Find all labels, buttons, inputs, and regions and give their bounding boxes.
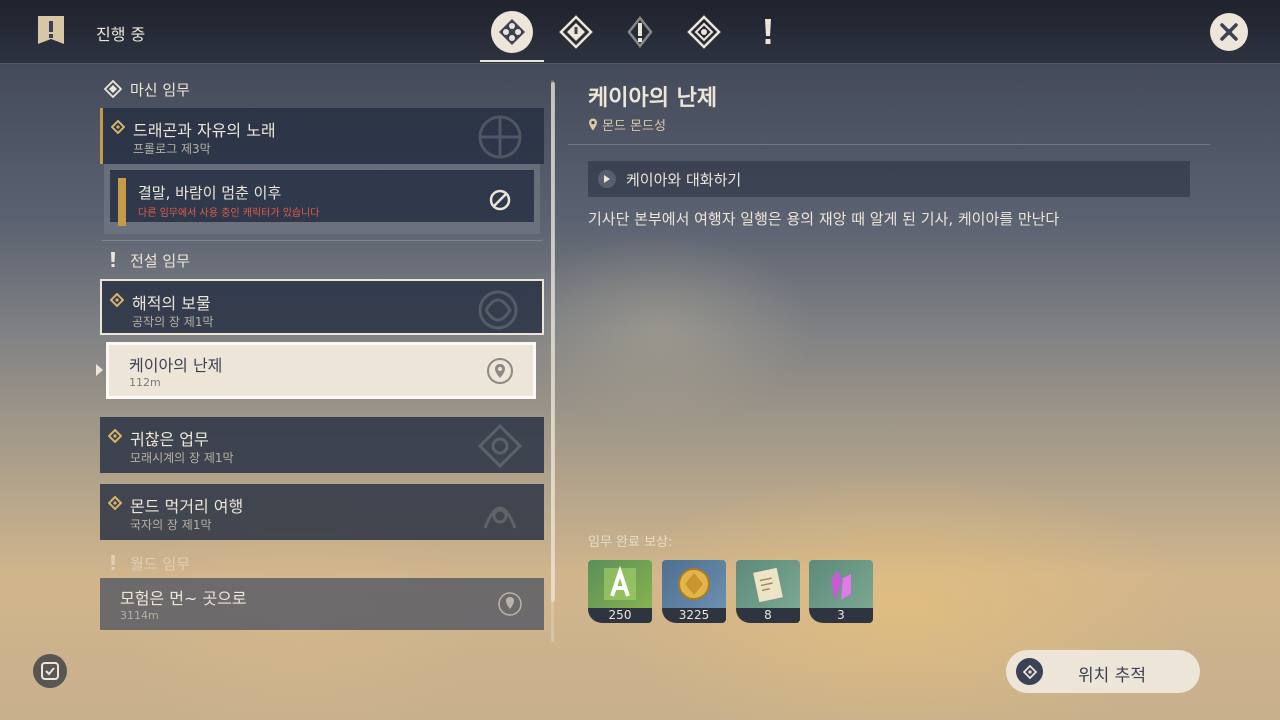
world-quest-icon bbox=[765, 19, 771, 44]
rewards-label: 임무 완료 보상: bbox=[588, 535, 673, 550]
track-diamond-icon bbox=[1016, 658, 1043, 685]
unavailable-icon bbox=[489, 189, 511, 211]
quest-settings-button[interactable] bbox=[33, 654, 67, 688]
quest-card-legend-2[interactable]: 귀찮은 업무 모래시계의 장 제1막 bbox=[100, 417, 544, 473]
reward-count: 3 bbox=[809, 608, 873, 623]
tab-commission-quests[interactable] bbox=[682, 10, 726, 54]
reward-item-heros-wit[interactable]: 8 bbox=[736, 560, 800, 623]
quest-subtitle: 프롤로그 제3막 bbox=[133, 142, 211, 156]
quest-title: 드래곤과 자유의 노래 bbox=[133, 121, 276, 140]
quest-subtitle: 공작의 장 제1막 bbox=[132, 315, 214, 329]
track-button-label: 위치 추적 bbox=[1078, 666, 1146, 686]
legend-quest-icon bbox=[104, 251, 122, 269]
section-label: 전설 임무 bbox=[130, 251, 190, 270]
section-divider bbox=[101, 240, 543, 241]
reward-item-mora[interactable]: 3225 bbox=[662, 560, 726, 623]
quest-step-title: 케이아의 난제 bbox=[129, 356, 223, 375]
top-bar-divider bbox=[0, 63, 1280, 64]
quest-detail-location: 몬드 몬드성 bbox=[588, 115, 666, 134]
track-location-button[interactable]: 위치 추적 bbox=[1006, 650, 1200, 693]
quest-title: 해적의 보물 bbox=[132, 294, 211, 313]
quest-emblem-icon bbox=[477, 423, 523, 469]
quest-subtitle: 모래시계의 장 제1막 bbox=[130, 451, 234, 465]
reward-count: 3225 bbox=[662, 608, 726, 623]
adventure-exp-icon bbox=[588, 560, 652, 608]
archon-quest-icon bbox=[104, 80, 122, 98]
reward-count: 250 bbox=[588, 608, 652, 623]
quest-book-icon bbox=[36, 14, 66, 48]
quest-card-legend-1[interactable]: 해적의 보물 공작의 장 제1막 bbox=[100, 279, 544, 335]
quest-emblem-icon bbox=[478, 115, 522, 159]
quest-card-legend-3[interactable]: 몬드 먹거리 여행 국자의 장 제1막 bbox=[100, 484, 544, 540]
quest-title: 모험은 먼~ 곳으로 bbox=[120, 589, 247, 608]
section-label: 월드 임무 bbox=[130, 554, 190, 573]
checklist-icon bbox=[41, 662, 59, 680]
story-quest-icon bbox=[627, 15, 653, 49]
objective-text: 케이아와 대화하기 bbox=[626, 170, 742, 189]
archon-quest-icon bbox=[559, 15, 593, 49]
quest-diamond-icon bbox=[108, 496, 122, 510]
commission-quest-icon bbox=[687, 15, 721, 49]
reward-count: 8 bbox=[736, 608, 800, 623]
quest-step-legend-1[interactable]: 케이아의 난제 112m bbox=[106, 342, 536, 399]
tab-story-quests[interactable] bbox=[618, 10, 662, 54]
all-quests-icon bbox=[491, 11, 533, 53]
quest-card-world-1[interactable]: 모험은 먼~ 곳으로 3114m bbox=[100, 578, 544, 630]
quest-subtitle: 국자의 장 제1막 bbox=[130, 518, 212, 532]
crystal-icon bbox=[809, 560, 873, 608]
tab-archon-quests[interactable] bbox=[554, 10, 598, 54]
quest-diamond-icon bbox=[108, 429, 122, 443]
quest-card-archon-main[interactable]: 드래곤과 자유의 노래 프롤로그 제3막 bbox=[100, 108, 544, 164]
quest-step-distance: 112m bbox=[129, 376, 161, 389]
location-pin-icon bbox=[589, 118, 597, 131]
tab-all-quests[interactable] bbox=[490, 10, 534, 54]
quest-title: 귀찮은 업무 bbox=[130, 430, 209, 449]
reward-item-adventure-exp[interactable]: 250 bbox=[588, 560, 652, 623]
heros-wit-icon bbox=[736, 560, 800, 608]
tab-world-quests[interactable] bbox=[746, 10, 790, 54]
selected-step-arrow bbox=[96, 364, 103, 376]
detail-divider bbox=[568, 144, 1210, 145]
location-pin-icon[interactable] bbox=[498, 592, 522, 616]
quest-step-archon[interactable]: 결말, 바람이 멈춘 이후 다른 임무에서 사용 중인 캐릭터가 있습니다 bbox=[104, 164, 540, 234]
location-label: 몬드 몬드성 bbox=[602, 119, 666, 134]
quest-step-warning: 다른 임무에서 사용 중인 캐릭터가 있습니다 bbox=[138, 208, 320, 219]
quest-diamond-icon bbox=[111, 120, 125, 134]
quest-emblem-icon bbox=[483, 506, 517, 529]
active-tab-underline bbox=[480, 60, 544, 62]
quest-objective: 케이아와 대화하기 bbox=[588, 161, 1190, 197]
quest-description: 기사단 본부에서 여행자 일행은 용의 재앙 때 알게 된 기사, 케이아를 만… bbox=[588, 210, 1060, 228]
quest-distance: 3114m bbox=[120, 609, 159, 622]
quest-list-scrollbar-thumb[interactable] bbox=[551, 82, 555, 602]
quest-step-body: 결말, 바람이 멈춘 이후 다른 임무에서 사용 중인 캐릭터가 있습니다 bbox=[110, 170, 534, 226]
quest-emblem-icon bbox=[478, 290, 518, 330]
quest-diamond-icon bbox=[110, 293, 124, 307]
world-quest-icon bbox=[104, 554, 122, 572]
section-label: 마신 임무 bbox=[130, 80, 190, 99]
location-pin-icon[interactable] bbox=[487, 358, 513, 384]
quest-title: 몬드 먹거리 여행 bbox=[130, 497, 244, 516]
quest-step-title: 결말, 바람이 멈춘 이후 bbox=[138, 184, 282, 202]
section-archon-quests: 마신 임무 bbox=[104, 77, 190, 101]
reward-item-crystal[interactable]: 3 bbox=[809, 560, 873, 623]
mora-icon bbox=[662, 560, 726, 608]
close-icon bbox=[1220, 23, 1238, 41]
section-legend-quests: 전설 임무 bbox=[104, 248, 190, 272]
step-indicator-bar bbox=[118, 178, 126, 226]
objective-arrow-icon bbox=[598, 170, 616, 188]
close-button[interactable] bbox=[1210, 13, 1248, 51]
quest-detail-title: 케이아의 난제 bbox=[588, 86, 718, 111]
page-title: 진행 중 bbox=[96, 25, 146, 44]
section-world-quests: 월드 임무 bbox=[104, 551, 190, 575]
